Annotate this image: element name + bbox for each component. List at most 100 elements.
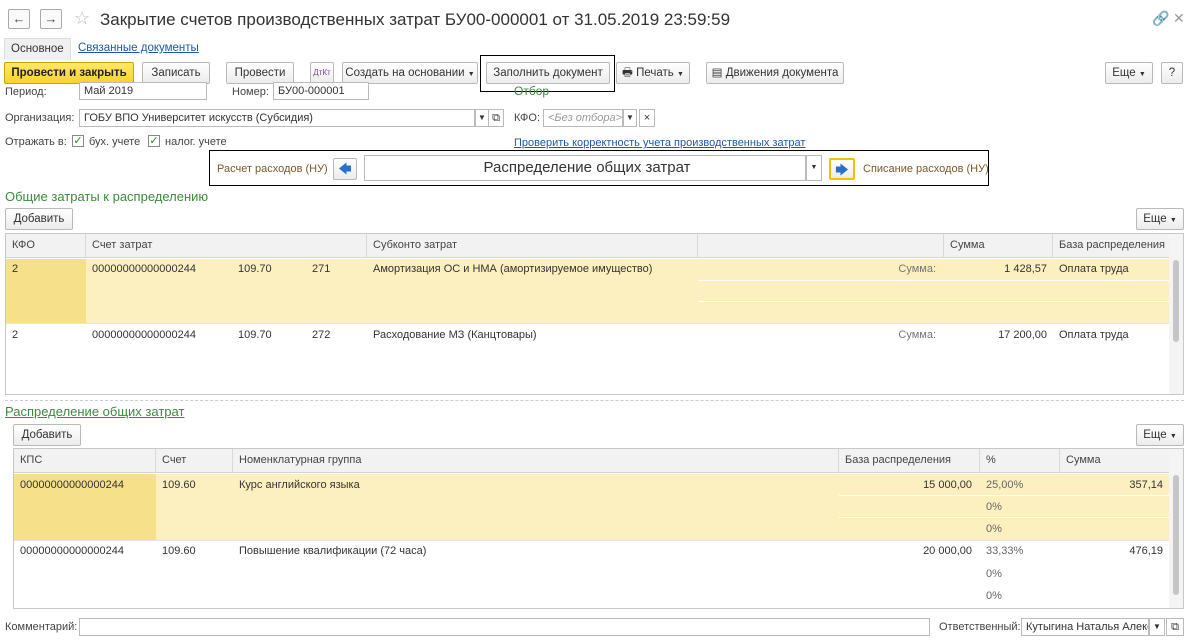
tab-main[interactable]: Основное [4,38,71,60]
number-label: Номер: [232,86,269,98]
row2-pct-2: 0% [986,568,1002,580]
row1-code: 271 [312,263,331,275]
col-kfo: КФО [6,234,86,258]
filter-title: Отбор [514,84,550,98]
forward-button[interactable]: → [40,9,62,29]
spellcheck-icon[interactable]: ДтКт [310,62,334,84]
responsible-dropdown-icon[interactable]: ▼ [1149,618,1165,636]
organization-dropdown-icon[interactable]: ▼ [475,109,489,127]
row-divider [6,323,1169,324]
document-movements-button[interactable]: ▤ Движения документа [706,62,844,84]
row1-sum: 357,14 [1129,479,1163,491]
col-base: База распределения [1059,239,1165,251]
fill-document-button[interactable]: Заполнить документ [486,62,610,84]
accounting-label: бух. учете [89,136,141,148]
row1-kfo: 2 [12,263,19,275]
row2-base: 20 000,00 [923,545,972,557]
row2-kps: 00000000000000244 [20,545,125,557]
create-based-on-button[interactable]: Создать на основании ▼ [342,62,478,84]
printer-icon: 🖶 [622,67,633,79]
period-label: Период: [5,86,47,98]
row1-account: 00000000000000244 [92,263,197,275]
row2-pct-1: 33,33% [986,545,1024,557]
dropdown-arrow-icon: ▼ [1169,433,1177,440]
row1-base: Оплата труда [1059,263,1129,275]
splitter[interactable] [5,400,1184,401]
row2-sum-label: Сумма: [898,329,936,341]
dropdown-arrow-icon: ▼ [467,71,475,78]
reflect-label: Отражать в: [5,136,67,148]
comment-field[interactable] [79,618,930,636]
save-button[interactable]: Записать [142,62,210,84]
check-costs-link[interactable]: Проверить корректность учета производств… [514,137,805,149]
tab-related-documents[interactable]: Связанные документы [72,38,205,60]
row1-pct-3: 0% [986,523,1002,535]
sub-row-divider [839,495,1169,496]
row2-base: Оплата труда [1059,329,1129,341]
kfo-field[interactable]: <Без отбора> [543,109,623,127]
post-button[interactable]: Провести [226,62,294,84]
row2-code: 272 [312,329,331,341]
col-sum: Сумма [1066,454,1101,466]
next-step-arrow-icon[interactable]: 🡆 [829,158,855,180]
next-step-label[interactable]: Списание расходов (НУ) [863,163,989,175]
scroll-thumb[interactable] [1173,475,1179,595]
more-button[interactable]: Еще ▼ [1105,62,1153,84]
col-base: База распределения [839,449,980,473]
close-icon[interactable]: ✕ [1173,10,1185,27]
link-icon[interactable]: 🔗 [1152,10,1169,27]
row1-kps: 00000000000000244 [20,479,125,491]
row1-pct-2: 0% [986,501,1002,513]
current-step-field[interactable]: Распределение общих затрат [364,155,806,181]
row2-sum: 17 200,00 [998,329,1047,341]
col-sum: Сумма [944,234,1053,258]
responsible-open-icon[interactable]: ⧉ [1166,618,1184,636]
post-and-close-button[interactable]: Провести и закрыть [4,62,134,84]
organization-field[interactable]: ГОБУ ВПО Университет искусств (Субсидия) [79,109,475,127]
scroll-thumb[interactable] [1173,260,1179,342]
movements-label: Движения документа [725,67,839,79]
row1-base: 15 000,00 [923,479,972,491]
step-dropdown-icon[interactable]: ▼ [806,155,822,181]
kfo-label: КФО: [514,112,541,124]
section2-add-button[interactable]: Добавить [13,424,81,446]
section1-add-button[interactable]: Добавить [5,208,73,230]
row2-account: 00000000000000244 [92,329,197,341]
section1-scrollbar[interactable] [1169,234,1183,394]
section1-more-button[interactable]: Еще ▼ [1136,208,1184,230]
print-button[interactable]: 🖶 Печать ▼ [616,62,690,84]
section2-title[interactable]: Распределение общих затрат [5,404,184,419]
kfo-dropdown-icon[interactable]: ▼ [623,109,637,127]
number-field[interactable]: БУ00-000001 [273,82,369,100]
row1-account2: 109.70 [238,263,272,275]
section2-more-button[interactable]: Еще ▼ [1136,424,1184,446]
accounting-checkbox[interactable]: ✓ [72,135,84,147]
row2-group: Повышение квалификации (72 часа) [239,545,427,557]
row1-subconto: Амортизация ОС и НМА (амортизируемое иму… [373,263,653,275]
col-group: Номенклатурная группа [233,449,839,473]
responsible-label: Ответственный: [939,621,1021,633]
prev-step-arrow-icon[interactable]: 🡄 [333,158,357,180]
col-account: Счет [156,449,233,473]
table-header: КФО Счет затрат Субконто затрат Сумма Ба… [6,234,1183,258]
favorite-star-icon[interactable]: ☆ [74,8,90,29]
row2-account2: 109.70 [238,329,272,341]
help-button[interactable]: ? [1161,62,1183,84]
section1-table: КФО Счет затрат Субконто затрат Сумма Ба… [5,233,1184,395]
tax-checkbox[interactable]: ✓ [148,135,160,147]
dropdown-arrow-icon: ▼ [1138,71,1146,78]
period-field[interactable]: Май 2019 [79,82,207,100]
col-percent: % [980,449,1060,473]
row1-pct-1: 25,00% [986,479,1024,491]
row1-sum: 1 428,57 [1004,263,1047,275]
kfo-clear-icon[interactable]: × [639,109,655,127]
row1-account: 109.60 [162,479,196,491]
responsible-field[interactable]: Кутыгина Наталья Алекс [1021,618,1149,636]
dropdown-arrow-icon: ▼ [1169,217,1177,224]
prev-step-label[interactable]: Расчет расходов (НУ) [217,163,328,175]
organization-open-icon[interactable]: ⧉ [488,109,504,127]
section2-scrollbar[interactable] [1169,449,1183,608]
back-button[interactable]: ← [8,9,30,29]
more-label: Еще [1112,67,1136,79]
print-label: Печать [636,67,674,79]
